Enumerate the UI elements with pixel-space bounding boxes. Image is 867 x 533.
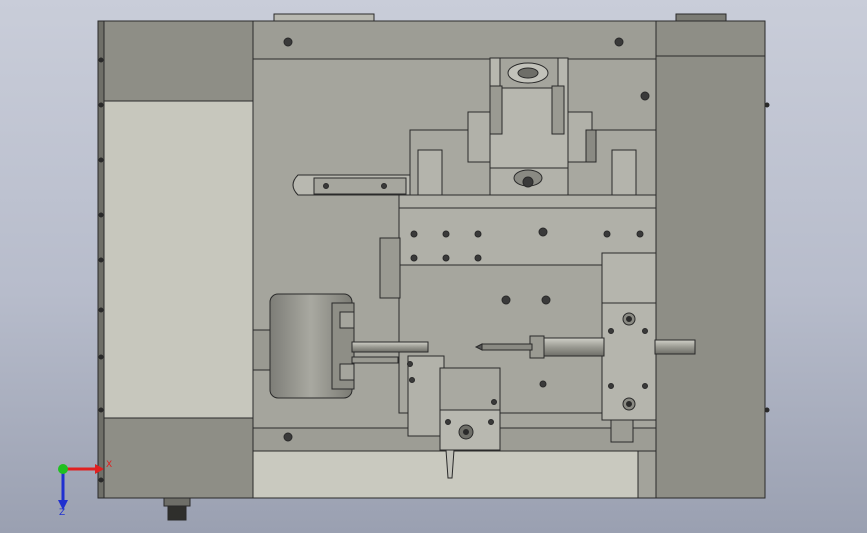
top-rail	[252, 20, 657, 60]
lathe-model	[97, 13, 770, 521]
drill-bit	[474, 343, 533, 351]
power-connector	[163, 497, 191, 521]
z-axis-label: Z	[59, 508, 65, 516]
coordinate-triad: X Z	[50, 452, 120, 518]
front-apron	[252, 450, 639, 499]
top-handle	[273, 13, 727, 22]
left-end-cover	[97, 20, 254, 499]
lead-screw-rail	[292, 174, 411, 196]
cad-model-viewport[interactable]	[0, 0, 867, 533]
y-axis-dot	[58, 464, 68, 474]
right-end-cover	[655, 20, 766, 499]
x-axis-label: X	[106, 460, 112, 470]
